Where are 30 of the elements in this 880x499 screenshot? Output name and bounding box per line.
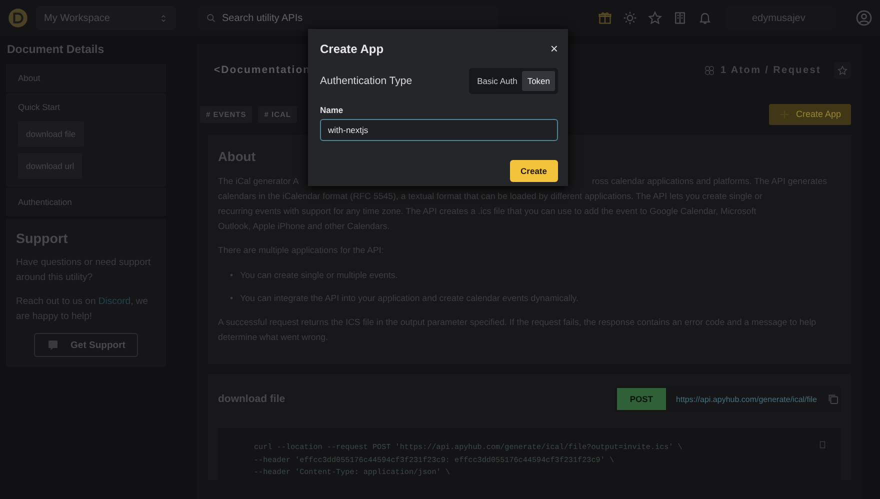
- bullet-marker: •: [230, 292, 234, 304]
- star-icon[interactable]: [648, 11, 662, 25]
- chat-icon: [46, 339, 59, 351]
- create-button[interactable]: Create: [510, 160, 558, 182]
- name-field[interactable]: with-nextjs: [320, 119, 558, 141]
- dialog-title: Create App: [320, 42, 384, 56]
- bell-icon[interactable]: [698, 11, 712, 25]
- gift-icon[interactable]: [598, 11, 612, 25]
- auth-option[interactable]: Token: [522, 71, 555, 91]
- clipboard-icon[interactable]: [818, 440, 827, 449]
- field-label: Name: [320, 105, 344, 115]
- chevron-icon: [159, 14, 168, 22]
- create-app-button[interactable]: Create App: [768, 104, 851, 124]
- sidebar-title: Document Details: [7, 44, 106, 56]
- auth-option[interactable]: Basic Auth: [472, 71, 522, 91]
- search-icon: [206, 13, 216, 23]
- star-icon: [837, 64, 848, 76]
- page-title: <Documentation: [214, 64, 311, 76]
- sun-icon[interactable]: [623, 11, 637, 25]
- endpoint-url: https://api.apyhub.com/generate/ical/file: [676, 394, 817, 404]
- atom-icon: [704, 64, 716, 76]
- copy-icon[interactable]: [827, 393, 839, 405]
- logo-icon[interactable]: [8, 8, 28, 28]
- close-button[interactable]: ×: [550, 41, 558, 56]
- field-label: Authentication Type: [320, 75, 412, 87]
- method-button[interactable]: POST: [616, 388, 666, 410]
- book-icon[interactable]: [673, 11, 687, 25]
- bullet-marker: •: [230, 269, 234, 281]
- favorite-button[interactable]: [834, 62, 851, 78]
- user-circle-icon[interactable]: [856, 10, 872, 26]
